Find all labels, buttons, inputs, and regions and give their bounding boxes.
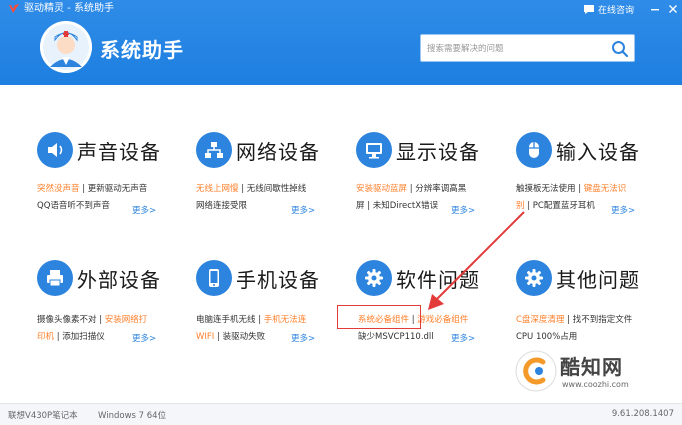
category-other-header[interactable]: 其他问题 xyxy=(516,258,681,298)
link-network-limited[interactable]: 网络连接受限 xyxy=(196,201,247,211)
link-network-printer-cont[interactable]: 印机 xyxy=(37,332,54,342)
window-title: 驱动精灵 - 系统助手 xyxy=(24,3,114,14)
window-controls: 在线咨询 xyxy=(583,0,682,18)
close-icon xyxy=(669,5,677,13)
link-bsod-install[interactable]: 安装驱动蓝屏 xyxy=(356,184,407,194)
category-display-title: 显示设备 xyxy=(396,139,480,164)
watermark-name: 酷知网 xyxy=(560,355,623,379)
close-button[interactable] xyxy=(664,0,682,18)
link-resolution-black-cont[interactable]: 屏 xyxy=(356,201,365,211)
search-input[interactable] xyxy=(427,39,597,59)
more-link-input[interactable]: 更多> xyxy=(611,203,635,220)
more-link-phone[interactable]: 更多> xyxy=(291,331,315,348)
app-logo-icon xyxy=(9,4,19,13)
chat-icon[interactable] xyxy=(583,4,595,15)
category-network-links: 无线上网慢 | 无线间歇性掉线 网络连接受限 更多> xyxy=(196,181,356,216)
category-software: 软件问题 xyxy=(356,258,521,298)
category-software-header[interactable]: 软件问题 xyxy=(356,258,521,298)
category-phone-links: 电脑连手机无线 | 手机无法连 WIFI | 装驱动失败 更多> xyxy=(196,312,356,346)
link-keyboard-unrecognized[interactable]: 键盘无法识 xyxy=(584,184,627,194)
link-sudden-no-sound[interactable]: 突然没声音 xyxy=(37,184,80,194)
link-network-printer[interactable]: 安装网络打 xyxy=(105,315,148,325)
link-bluetooth-headset[interactable]: PC配置蓝牙耳机 xyxy=(533,201,595,211)
os-version: Windows 7 64位 xyxy=(98,411,167,421)
category-external: 外部设备 xyxy=(37,258,202,298)
minimize-button[interactable] xyxy=(646,0,664,18)
link-add-scanner[interactable]: 添加扫描仪 xyxy=(62,332,105,342)
category-sound-header[interactable]: 声音设备 xyxy=(37,130,202,170)
app-version: 9.61.208.1407 xyxy=(611,409,674,419)
network-icon xyxy=(196,132,232,168)
coozhi-logo-icon xyxy=(515,350,557,392)
mouse-icon xyxy=(516,132,552,168)
category-display-header[interactable]: 显示设备 xyxy=(356,130,521,170)
link-camera-pixels[interactable]: 摄像头像素不对 xyxy=(37,315,97,325)
link-slow-wifi[interactable]: 无线上网慢 xyxy=(196,184,239,194)
category-input-header[interactable]: 输入设备 xyxy=(516,130,681,170)
printer-icon xyxy=(37,260,73,296)
search-box xyxy=(420,34,635,62)
category-phone-title: 手机设备 xyxy=(236,267,320,292)
brand-title: 系统助手 xyxy=(100,38,184,62)
category-phone-header[interactable]: 手机设备 xyxy=(196,258,361,298)
speaker-icon xyxy=(37,132,73,168)
category-network: 网络设备 xyxy=(196,130,361,170)
category-software-title: 软件问题 xyxy=(396,267,480,292)
link-touchpad[interactable]: 触摸板无法使用 xyxy=(516,184,576,194)
status-bar: 联想V430P笔记本 Windows 7 64位 9.61.208.1407 xyxy=(0,403,682,425)
minimize-icon xyxy=(651,9,659,11)
more-link-sound[interactable]: 更多> xyxy=(132,203,156,220)
link-file-not-found[interactable]: 找不到指定文件 xyxy=(573,315,633,325)
category-external-title: 外部设备 xyxy=(77,267,161,292)
link-missing-msvcp110[interactable]: 缺少MSVCP110.dll xyxy=(358,332,434,342)
title-bar: 驱动精灵 - 系统助手 在线咨询 xyxy=(0,0,682,18)
category-sound: 声音设备 xyxy=(37,130,202,170)
link-resolution-black[interactable]: 分辨率调高黑 xyxy=(415,184,466,194)
gear-icon xyxy=(516,260,552,296)
category-other-links: C盘深度清理 | 找不到指定文件 CPU 100%占用 xyxy=(516,315,633,342)
more-link-network[interactable]: 更多> xyxy=(291,203,315,220)
gear-icon xyxy=(356,260,392,296)
doctor-avatar-icon xyxy=(40,21,92,73)
link-directx-error[interactable]: 未知DirectX错误 xyxy=(373,201,438,211)
category-network-title: 网络设备 xyxy=(236,139,320,164)
category-external-header[interactable]: 外部设备 xyxy=(37,258,202,298)
link-phone-wifi-fail[interactable]: 手机无法连 xyxy=(264,315,307,325)
link-pc-phone-wifi[interactable]: 电脑连手机无线 xyxy=(196,315,256,325)
category-phone: 手机设备 xyxy=(196,258,361,298)
link-game-components[interactable]: 游戏必备组件 xyxy=(417,315,468,325)
link-c-drive-clean[interactable]: C盘深度清理 xyxy=(516,315,564,325)
category-display-links: 安装驱动蓝屏 | 分辨率调高黑 屏 | 未知DirectX错误 更多> xyxy=(356,181,516,216)
category-input-links: 触摸板无法使用 | 键盘无法识 别 | PC配置蓝牙耳机 更多> xyxy=(516,181,676,216)
link-wifi-drops[interactable]: 无线间歇性掉线 xyxy=(247,184,307,194)
link-cpu-100[interactable]: CPU 100%占用 xyxy=(516,332,577,342)
category-sound-title: 声音设备 xyxy=(77,139,161,164)
online-consult-link[interactable]: 在线咨询 xyxy=(598,3,634,16)
phone-icon xyxy=(196,260,232,296)
annotation-highlight-box xyxy=(337,305,421,329)
category-input-title: 输入设备 xyxy=(556,139,640,164)
category-external-links: 摄像头像素不对 | 安装网络打 印机 | 添加扫描仪 更多> xyxy=(37,312,197,346)
category-other-title: 其他问题 xyxy=(556,267,640,292)
category-sound-links: 突然没声音 | 更新驱动无声音 QQ语音听不到声音 更多> xyxy=(37,181,197,216)
category-network-header[interactable]: 网络设备 xyxy=(196,130,361,170)
search-icon[interactable] xyxy=(610,39,630,59)
link-qq-voice[interactable]: QQ语音听不到声音 xyxy=(37,201,110,211)
link-keyboard-unrecognized-cont[interactable]: 别 xyxy=(516,201,525,211)
device-model: 联想V430P笔记本 xyxy=(8,411,78,421)
more-link-display[interactable]: 更多> xyxy=(451,203,475,220)
more-link-software[interactable]: 更多> xyxy=(451,331,475,348)
category-other: 其他问题 xyxy=(516,258,681,298)
watermark-url: www.coozhi.com xyxy=(562,380,629,389)
monitor-icon xyxy=(356,132,392,168)
category-display: 显示设备 xyxy=(356,130,521,170)
link-driver-install-fail[interactable]: 装驱动失败 xyxy=(223,332,266,342)
link-phone-wifi-fail-cont[interactable]: WIFI xyxy=(196,332,214,342)
category-input: 输入设备 xyxy=(516,130,681,170)
app-header: 驱动精灵 - 系统助手 在线咨询 系统助手 xyxy=(0,0,682,85)
link-no-sound-after-update[interactable]: 更新驱动无声音 xyxy=(88,184,148,194)
more-link-external[interactable]: 更多> xyxy=(132,331,156,348)
